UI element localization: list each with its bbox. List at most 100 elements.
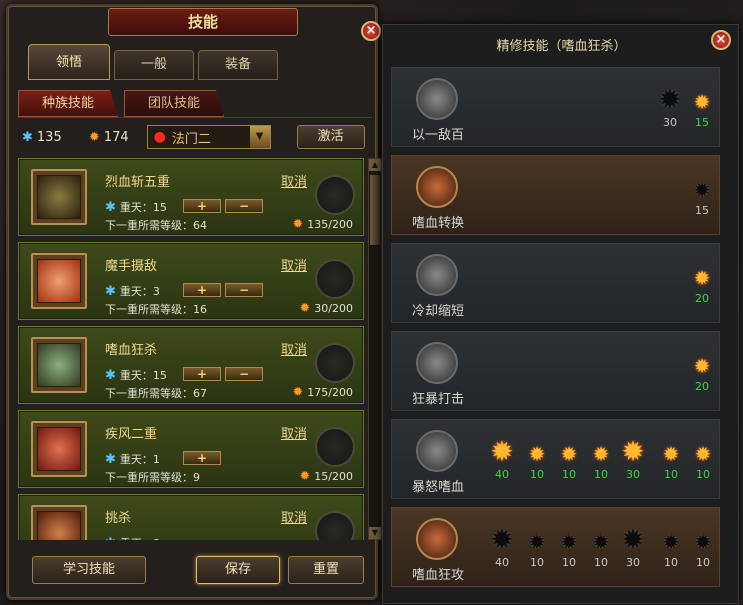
refine-node[interactable]: ✹ 15 xyxy=(686,86,718,129)
skill-slot[interactable] xyxy=(315,175,355,215)
minus-button[interactable]: − xyxy=(225,199,263,213)
refine-node[interactable]: ✹ 15 xyxy=(686,174,718,217)
refine-label: 冷却缩短 xyxy=(411,304,464,319)
skill-card: 嗜血狂杀 取消 ✱ 重天：15 + − 下一重所需等级：67 ✹ 175/200 xyxy=(18,326,364,404)
refine-node[interactable]: ✹ 30 xyxy=(617,435,649,482)
scroll-thumb[interactable] xyxy=(370,175,380,245)
blood-drop-icon: ● xyxy=(153,129,166,145)
node-cost: 10 xyxy=(562,556,576,569)
refine-panel-title: 精修技能（嗜血狂杀） xyxy=(496,39,627,54)
refine-node[interactable]: ✹ 20 xyxy=(686,262,718,305)
refine-node[interactable]: ✹ 20 xyxy=(686,350,718,393)
cancel-link[interactable]: 取消 xyxy=(281,423,307,442)
node-cost: 10 xyxy=(530,556,544,569)
scroll-down-icon[interactable]: ▼ xyxy=(369,527,381,539)
refine-node[interactable]: ✹ 10 xyxy=(687,526,719,569)
refine-label: 嗜血狂攻 xyxy=(411,568,464,583)
subtab-race-skills[interactable]: 种族技能 xyxy=(18,90,118,117)
skull-icon[interactable] xyxy=(416,342,458,384)
star-icon: ✹ xyxy=(693,266,711,290)
subtab-team-skills[interactable]: 团队技能 xyxy=(124,90,224,117)
skill-cost: ✹ 15/200 xyxy=(299,469,353,484)
minus-button[interactable]: − xyxy=(225,367,263,381)
skill-fist-icon[interactable] xyxy=(31,169,87,225)
cancel-link[interactable]: 取消 xyxy=(281,339,307,358)
chevron-down-icon[interactable]: ▼ xyxy=(249,126,270,148)
refine-node[interactable]: ✹ 10 xyxy=(655,438,687,481)
refine-node[interactable]: ✹ 10 xyxy=(521,526,553,569)
tab-general[interactable]: 一般 xyxy=(114,50,194,80)
refine-node[interactable]: ✹ 10 xyxy=(687,438,719,481)
refine-node[interactable]: ✹ 30 xyxy=(654,86,686,130)
plus-button[interactable]: + xyxy=(183,451,221,465)
tab-equipment[interactable]: 装备 xyxy=(198,50,278,80)
skull-icon[interactable] xyxy=(416,254,458,296)
skill-list-scrollbar[interactable]: ▲ ▼ xyxy=(368,158,382,540)
skill-slot[interactable] xyxy=(315,259,355,299)
refine-label: 嗜血转换 xyxy=(411,216,464,231)
orange-star-icon: ✹ xyxy=(299,469,311,484)
star-icon: ✹ xyxy=(693,354,711,378)
skill-hand-icon[interactable] xyxy=(31,253,87,309)
plus-button[interactable]: + xyxy=(183,199,221,213)
skill-slot[interactable] xyxy=(315,427,355,467)
skill-slot[interactable] xyxy=(315,511,355,540)
tab-comprehend[interactable]: 领悟 xyxy=(28,44,110,80)
close-icon[interactable]: × xyxy=(711,30,731,50)
scroll-up-icon[interactable]: ▲ xyxy=(369,159,381,171)
blue-star-icon: ✱ xyxy=(105,536,116,540)
refine-label: 以一敌百 xyxy=(411,128,464,143)
star-icon: ✹ xyxy=(621,523,645,556)
node-cost: 15 xyxy=(695,116,709,129)
refine-node[interactable]: ✹ 10 xyxy=(585,526,617,569)
refine-node[interactable]: ✹ 40 xyxy=(486,435,518,482)
blue-star-icon: ✱ xyxy=(22,129,33,145)
node-cost: 30 xyxy=(626,468,640,481)
refine-node[interactable]: ✹ 10 xyxy=(553,438,585,481)
close-icon[interactable]: × xyxy=(361,21,381,41)
skill-warrior-icon[interactable] xyxy=(31,421,87,477)
skull-icon[interactable] xyxy=(416,166,458,208)
skill-name: 疾风二重 xyxy=(105,427,158,442)
school-dropdown[interactable]: ● 法门二 ▼ xyxy=(146,125,271,149)
skill-name: 烈血斩五重 xyxy=(105,175,171,190)
plus-button[interactable]: + xyxy=(183,367,221,381)
refine-node[interactable]: ✹ 10 xyxy=(553,526,585,569)
skull-icon[interactable] xyxy=(416,430,458,472)
reset-button[interactable]: 重置 xyxy=(288,556,364,584)
plus-button[interactable]: + xyxy=(183,283,221,297)
refine-node[interactable]: ✹ 10 xyxy=(585,438,617,481)
skill-requirement: 下一重所需等级：67 xyxy=(105,387,207,400)
cancel-link[interactable]: 取消 xyxy=(281,255,307,274)
blue-star-icon: ✱ xyxy=(105,368,116,383)
blue-star-icon: ✱ xyxy=(105,200,116,215)
skill-list: 烈血斩五重 取消 ✱ 重天：15 + − 下一重所需等级：64 ✹ 135/200 … xyxy=(18,158,364,540)
skull-icon[interactable] xyxy=(416,518,458,560)
learn-skill-button[interactable]: 学习技能 xyxy=(32,556,146,584)
activate-button[interactable]: 激活 xyxy=(296,125,365,149)
school-value: 法门二 xyxy=(171,131,211,147)
cancel-link[interactable]: 取消 xyxy=(281,171,307,190)
cancel-link[interactable]: 取消 xyxy=(281,507,307,526)
orange-star-icon: ✹ xyxy=(292,385,304,400)
save-button[interactable]: 保存 xyxy=(196,556,280,584)
node-cost: 10 xyxy=(664,468,678,481)
skill-skull-icon[interactable] xyxy=(31,337,87,393)
refine-node[interactable]: ✹ 30 xyxy=(617,523,649,570)
refine-node[interactable]: ✹ 40 xyxy=(486,526,518,570)
refine-node[interactable]: ✹ 10 xyxy=(521,438,553,481)
node-cost: 10 xyxy=(696,556,710,569)
star-icon: ✹ xyxy=(490,435,514,468)
refine-node[interactable]: ✹ 10 xyxy=(655,526,687,569)
star-icon: ✹ xyxy=(621,435,645,468)
node-cost: 10 xyxy=(530,468,544,481)
skull-icon[interactable] xyxy=(416,78,458,120)
minus-button[interactable]: − xyxy=(225,283,263,297)
node-cost: 10 xyxy=(696,468,710,481)
skill-slot[interactable] xyxy=(315,343,355,383)
refine-label: 暴怒嗜血 xyxy=(411,480,464,495)
node-cost: 20 xyxy=(695,292,709,305)
skill-axe-icon[interactable] xyxy=(31,505,87,540)
refine-row: 以一敌百 ✹ 30 ✹ 15 xyxy=(391,67,720,147)
node-cost: 10 xyxy=(664,556,678,569)
